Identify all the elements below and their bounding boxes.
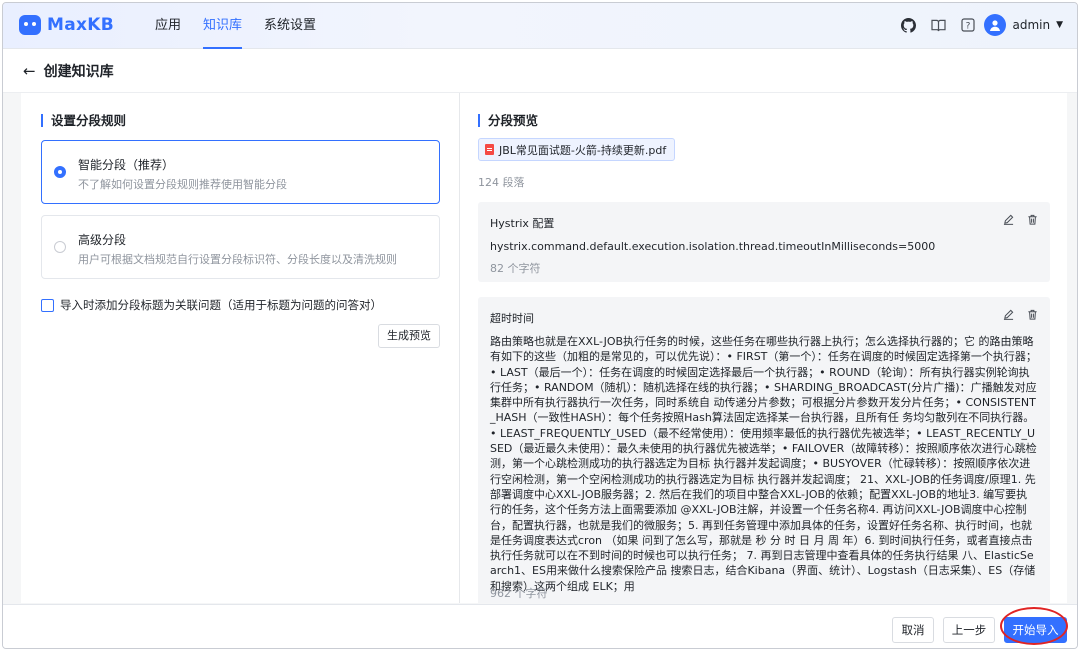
delete-icon[interactable] [1026,308,1038,320]
help-icon[interactable]: ? [960,17,976,33]
rules-panel: 设置分段规则 智能分段（推荐） 不了解如何设置分段规则推荐使用智能分段 高级分段… [21,93,459,603]
checkbox-label: 导入时添加分段标题为关联问题（适用于标题为问题的问答对） [60,298,382,312]
file-tag[interactable]: JBL常见面试题-火箭-持续更新.pdf [478,138,676,161]
segment-content: hystrix.command.default.execution.isolat… [490,240,936,253]
cancel-button[interactable]: 取消 [892,617,934,643]
page-header: ← 创建知识库 [3,49,1077,93]
app-name: MaxKB [47,15,114,35]
edit-icon[interactable] [1002,308,1014,320]
segment-actions [1002,308,1038,320]
main-nav: 应用 知识库 系统设置 [155,3,316,49]
nav-item-settings[interactable]: 系统设置 [264,3,316,49]
edit-icon[interactable] [1002,213,1014,225]
option-title: 高级分段 [78,233,127,247]
app-window: MaxKB 应用 知识库 系统设置 ? admin ▼ ← 创建知识库 设置分段… [2,2,1078,649]
option-smart-split[interactable]: 智能分段（推荐） 不了解如何设置分段规则推荐使用智能分段 [41,140,440,204]
pdf-file-icon [485,144,494,155]
book-icon[interactable] [930,17,946,33]
start-import-button[interactable]: 开始导入 [1004,617,1067,643]
segment-content: 路由策略也就是在XXL-JOB执行任务的时候，这些任务在哪些执行器上执行；怎么选… [490,335,1037,593]
username: admin [1012,18,1051,32]
prev-step-button[interactable]: 上一步 [943,617,995,643]
preview-section-title: 分段预览 [478,114,538,127]
segment-title: 超时时间 [490,312,534,325]
delete-icon[interactable] [1026,213,1038,225]
option-title: 智能分段（推荐） [78,158,175,172]
top-navbar: MaxKB 应用 知识库 系统设置 ? admin ▼ [3,3,1077,49]
avatar [984,14,1007,36]
footer-actions: 取消 上一步 开始导入 [3,604,1077,648]
radio-advanced-split[interactable] [54,241,66,253]
option-desc: 用户可根据文档规范自行设置分段标识符、分段长度以及清洗规则 [78,253,397,266]
logo[interactable]: MaxKB [19,15,114,35]
back-arrow-icon[interactable]: ← [23,62,36,80]
related-question-checkbox[interactable] [41,298,54,312]
create-kb-panel: 设置分段规则 智能分段（推荐） 不了解如何设置分段规则推荐使用智能分段 高级分段… [21,93,1067,603]
user-menu[interactable]: admin ▼ [984,14,1063,36]
related-question-checkbox-row[interactable]: 导入时添加分段标题为关联问题（适用于标题为问题的问答对） [41,297,382,313]
option-advanced-split[interactable]: 高级分段 用户可根据文档规范自行设置分段标识符、分段长度以及清洗规则 [41,215,440,279]
rules-section-title: 设置分段规则 [41,114,126,127]
preview-panel: 分段预览 JBL常见面试题-火箭-持续更新.pdf 124 段落 Hystrix… [460,93,1067,603]
segment-card: 超时时间 路由策略也就是在XXL-JOB执行任务的时候，这些任务在哪些执行器上执… [478,297,1050,603]
header-actions: ? admin ▼ [900,14,1063,36]
maxkb-logo-icon [19,15,41,35]
nav-item-knowledge[interactable]: 知识库 [203,3,243,49]
file-name: JBL常见面试题-火箭-持续更新.pdf [499,143,667,157]
page-title: 创建知识库 [43,63,114,80]
segment-card: Hystrix 配置 hystrix.command.default.execu… [478,202,1050,282]
segment-actions [1002,213,1038,225]
svg-text:?: ? [966,22,971,32]
option-desc: 不了解如何设置分段规则推荐使用智能分段 [78,178,287,191]
chevron-down-icon: ▼ [1056,20,1063,30]
github-icon[interactable] [900,17,916,33]
segment-count: 124 段落 [478,176,525,189]
radio-smart-split[interactable] [54,166,66,178]
segment-char-count: 82 个字符 [490,262,541,275]
segment-char-count: 962 个字符 [490,587,548,600]
generate-preview-button[interactable]: 生成预览 [378,324,440,348]
nav-item-apps[interactable]: 应用 [155,3,181,49]
segment-title: Hystrix 配置 [490,217,555,230]
